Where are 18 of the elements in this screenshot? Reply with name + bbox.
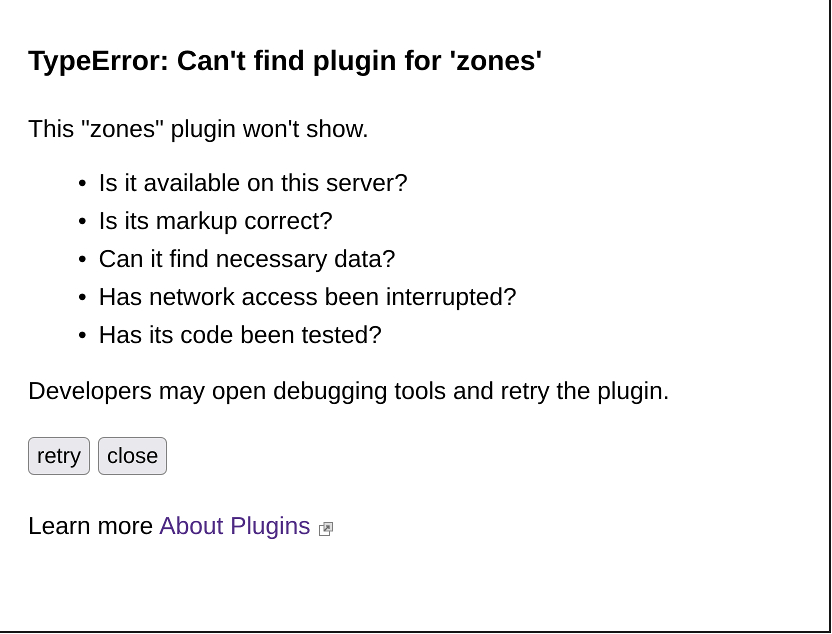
checklist-item: Is it available on this server? [98,169,408,199]
bullet-marker: • [78,283,87,313]
error-title: TypeError: Can't find plugin for 'zones' [28,44,542,78]
checklist-item: Is its markup correct? [98,207,333,237]
close-button[interactable]: close [98,437,168,475]
external-link-icon [318,521,334,537]
retry-button[interactable]: retry [28,437,90,475]
checklist-item: Has its code been tested? [98,321,382,351]
learn-more-label: Learn more [28,513,154,541]
bullet-marker: • [78,207,87,237]
checklist-item: Has network access been interrupted? [98,283,517,313]
checklist-item: Can it find necessary data? [98,245,396,275]
about-plugins-link[interactable]: About Plugins [159,513,310,541]
intro-text: This "zones" plugin won't show. [28,115,370,145]
advice-text: Developers may open debugging tools and retry the plugin. [28,377,670,407]
bullet-marker: • [78,321,87,351]
bullet-marker: • [78,169,87,199]
bullet-marker: • [78,245,87,275]
